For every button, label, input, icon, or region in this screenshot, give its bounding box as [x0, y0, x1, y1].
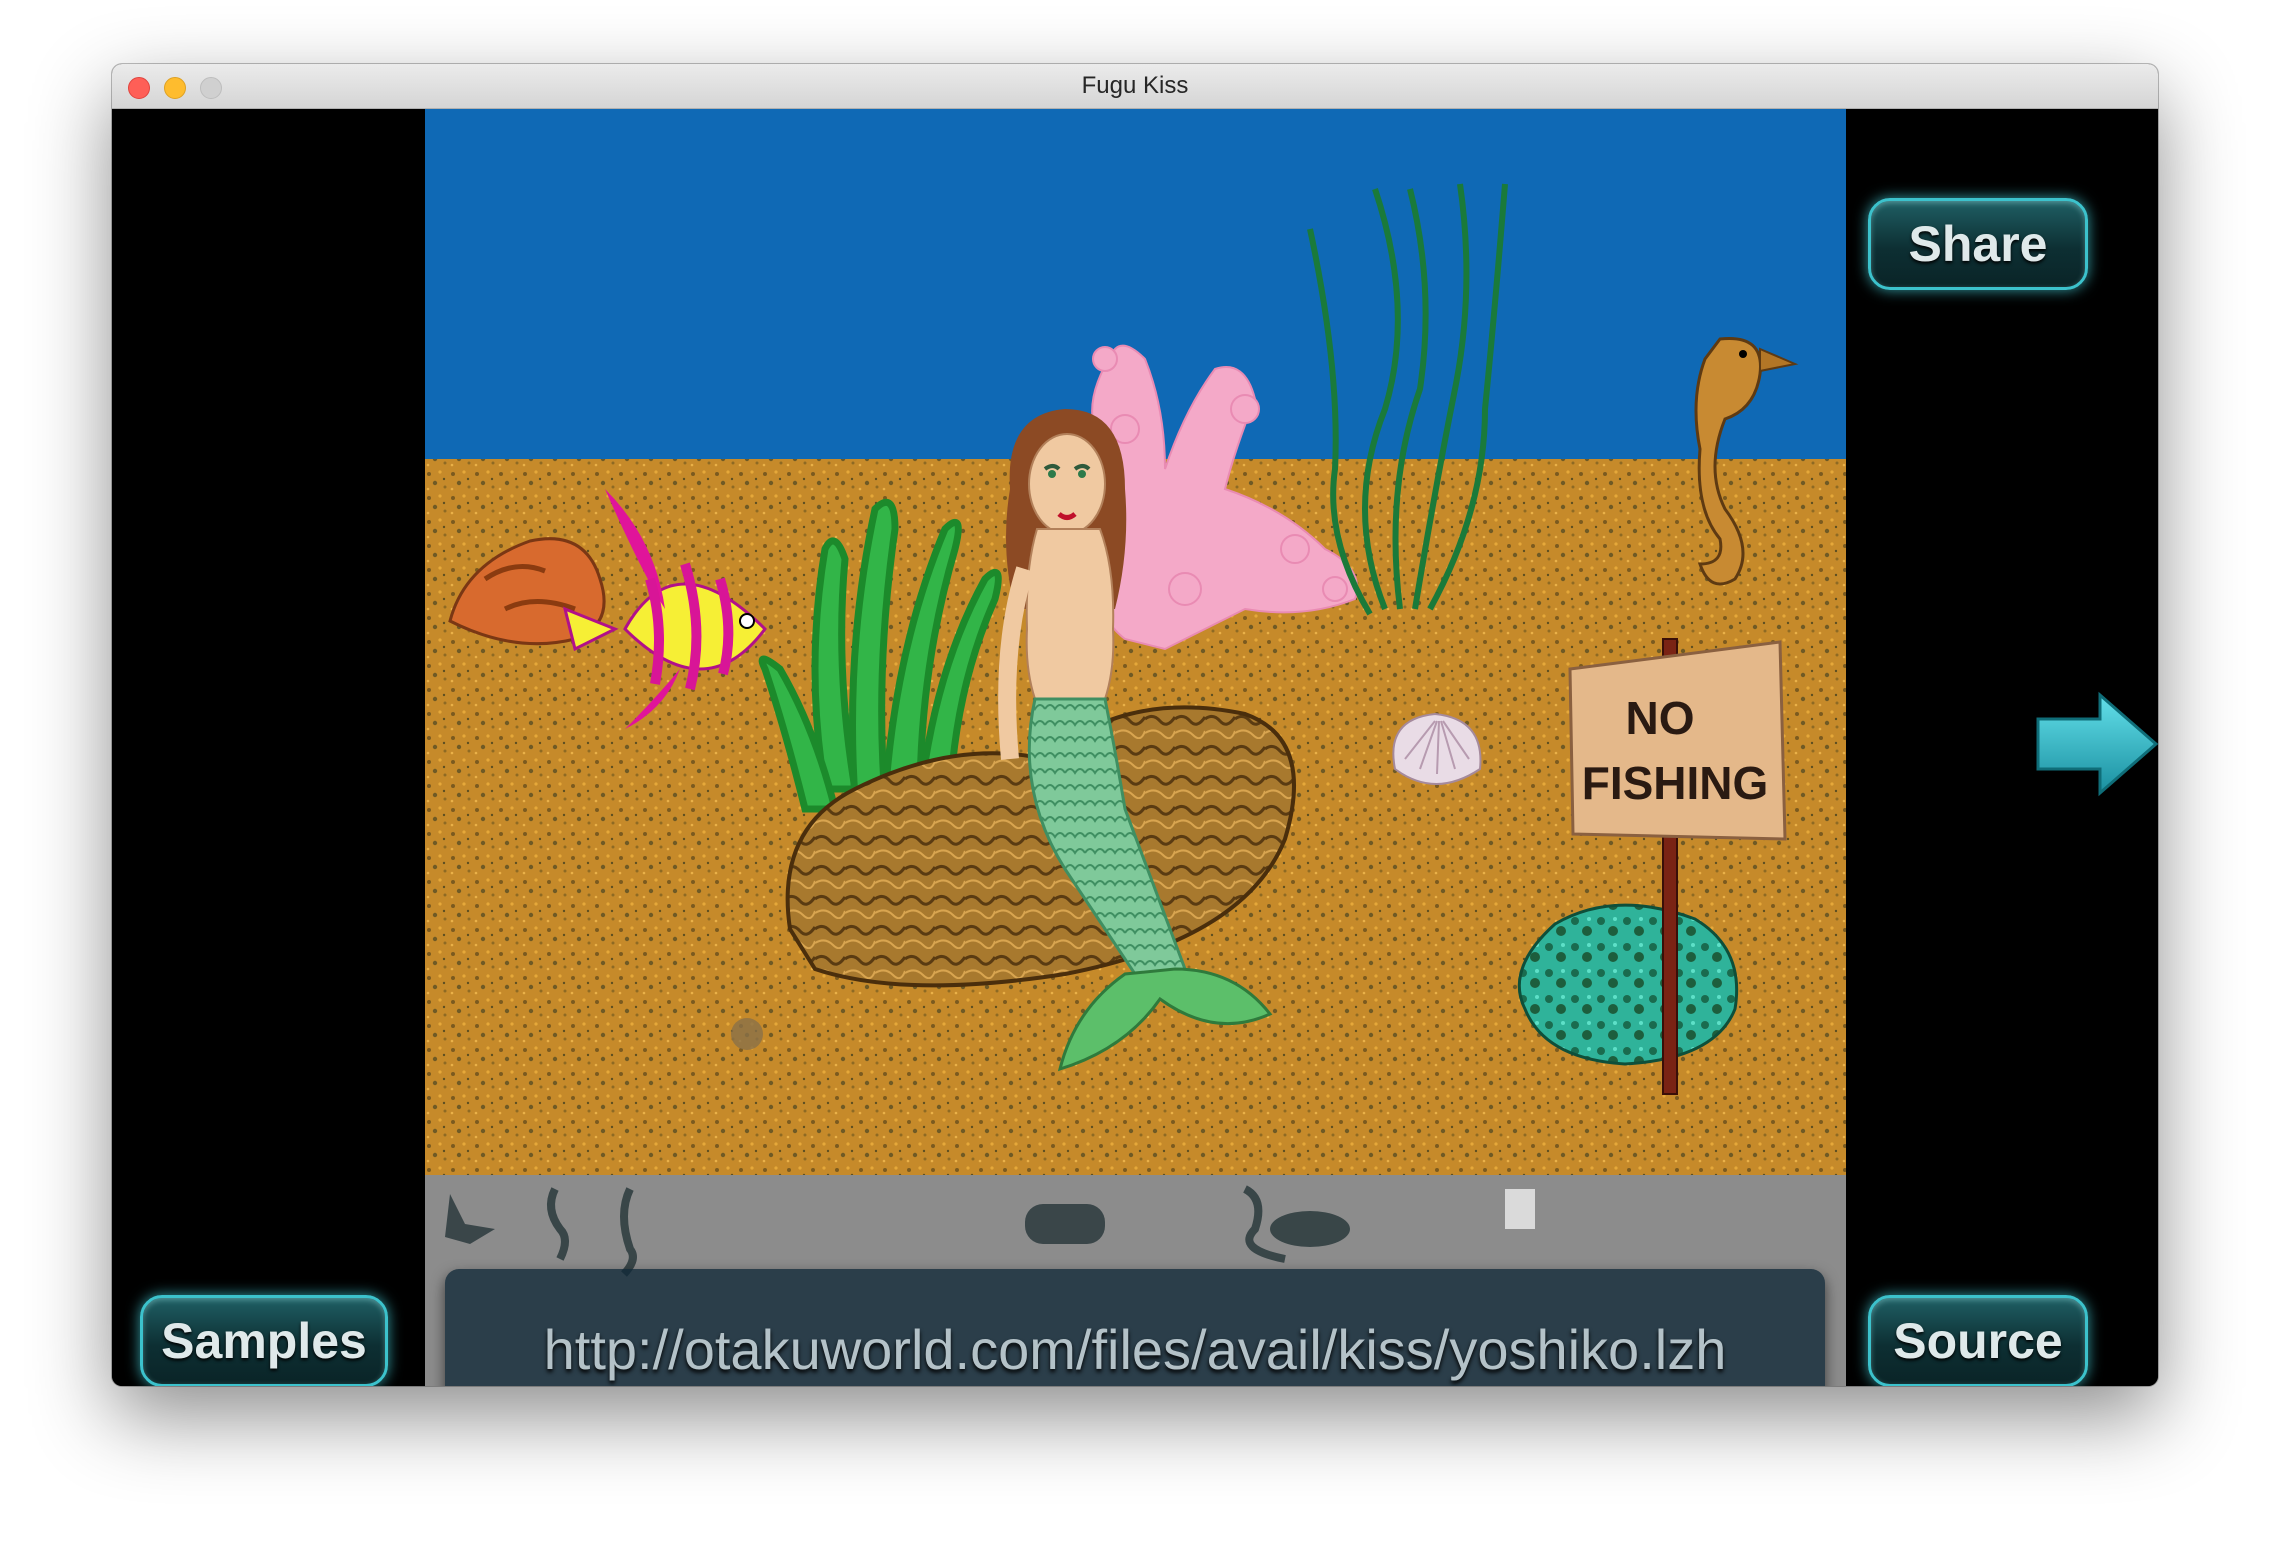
scene-artwork: NO FISHING [425, 109, 1846, 1386]
kiss-scene-canvas[interactable]: NO FISHING [425, 109, 1846, 1386]
title-bar: Fugu Kiss [112, 64, 2158, 109]
sign-text-line2: FISHING [1582, 757, 1769, 809]
samples-button[interactable]: Samples [140, 1295, 388, 1386]
next-arrow-icon[interactable] [2034, 691, 2158, 797]
url-field[interactable]: http://otakuworld.com/files/avail/kiss/y… [445, 1269, 1825, 1386]
source-button[interactable]: Source [1868, 1295, 2088, 1386]
share-button[interactable]: Share [1868, 198, 2088, 290]
app-content: NO FISHING Share Samples Source http://o… [112, 109, 2158, 1386]
app-window: Fugu Kiss NO FISHING Share Samples Sourc… [112, 64, 2158, 1386]
window-title: Fugu Kiss [1081, 72, 1189, 99]
sign-text-line1: NO [1626, 692, 1695, 744]
